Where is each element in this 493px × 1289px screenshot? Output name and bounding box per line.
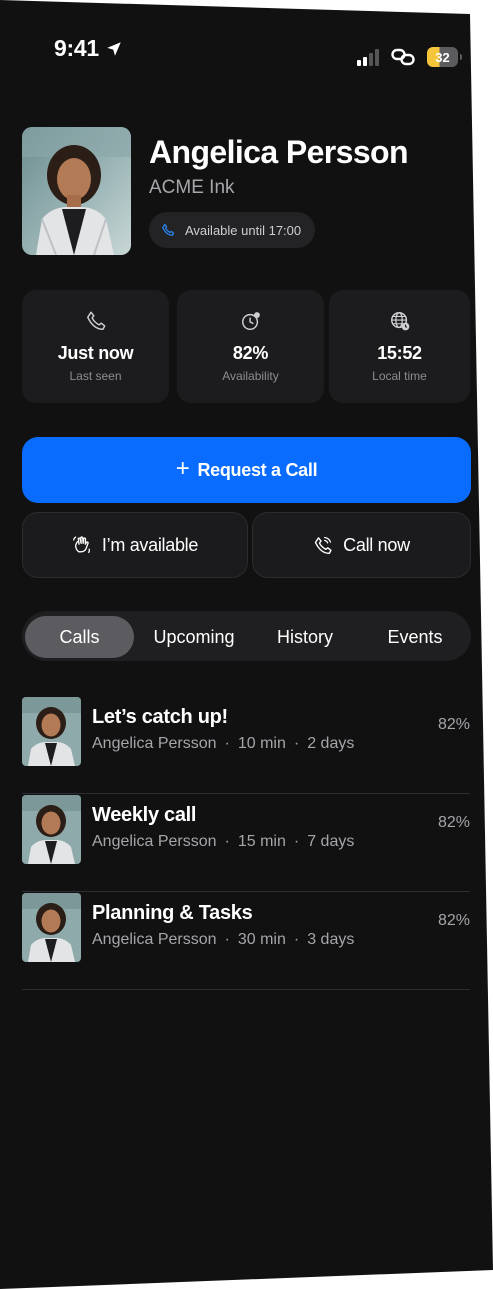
cellular-signal-icon bbox=[357, 48, 379, 66]
profile-company: ACME Ink bbox=[149, 177, 235, 198]
list-item[interactable]: Weekly call Angelica Persson · 15 min · 7 da… bbox=[22, 795, 470, 892]
call-when: 2 days bbox=[307, 735, 355, 752]
call-percent: 82% bbox=[437, 912, 470, 929]
call-duration: 10 min bbox=[237, 735, 286, 752]
phone-icon bbox=[85, 310, 107, 332]
stat-value: 15:52 bbox=[377, 343, 422, 363]
link-icon bbox=[391, 48, 415, 66]
call-title: Weekly call bbox=[92, 804, 197, 826]
request-call-button[interactable]: + Request a Call bbox=[22, 437, 471, 503]
call-thumbnail bbox=[22, 795, 81, 864]
profile-name: Angelica Persson bbox=[149, 134, 409, 170]
available-button[interactable]: I’m available bbox=[22, 512, 248, 578]
stat-value: 82% bbox=[232, 343, 269, 363]
request-call-label: Request a Call bbox=[197, 459, 318, 480]
call-meta: Angelica Persson · 10 min · 2 days bbox=[92, 735, 355, 752]
app-screen: 9:41 32 Angelica Persson ACME Ink Availa… bbox=[0, 0, 493, 1289]
call-duration: 15 min bbox=[237, 833, 286, 850]
call-percent: 82% bbox=[437, 814, 470, 831]
call-title: Planning & Tasks bbox=[92, 902, 253, 924]
clock-icon bbox=[240, 310, 262, 332]
call-now-button[interactable]: Call now bbox=[252, 512, 471, 578]
list-item[interactable]: Let’s catch up! Angelica Persson · 10 min ·… bbox=[22, 697, 470, 794]
availability-text: Available until 17:00 bbox=[185, 222, 302, 238]
globe-icon bbox=[389, 310, 411, 332]
phone-calling-icon bbox=[314, 536, 332, 555]
tab-upcoming[interactable]: Upcoming bbox=[140, 616, 248, 658]
stat-label: Local time bbox=[372, 369, 427, 383]
call-duration: 30 min bbox=[237, 931, 286, 948]
tab-events[interactable]: Events bbox=[362, 616, 468, 658]
stat-availability: 82% Availability bbox=[177, 290, 324, 403]
call-when: 3 days bbox=[307, 931, 355, 948]
call-person: Angelica Persson bbox=[92, 735, 217, 752]
call-thumbnail bbox=[22, 697, 81, 766]
tab-calls[interactable]: Calls bbox=[25, 616, 134, 658]
status-time-text: 9:41 bbox=[54, 35, 99, 61]
stat-label: Availability bbox=[222, 369, 279, 383]
stat-local-time: 15:52 Local time bbox=[329, 290, 470, 403]
call-when: 7 days bbox=[307, 833, 355, 850]
battery-level: 32 bbox=[435, 49, 450, 65]
call-now-label: Call now bbox=[343, 534, 410, 555]
list-item[interactable]: Planning & Tasks Angelica Persson · 30 min… bbox=[22, 893, 470, 990]
call-meta: Angelica Persson · 15 min · 7 days bbox=[92, 833, 355, 850]
battery-icon: 32 bbox=[427, 47, 462, 67]
call-thumbnail bbox=[22, 893, 81, 962]
call-person: Angelica Persson bbox=[92, 931, 217, 948]
stat-value: Just now bbox=[57, 343, 134, 363]
call-percent: 82% bbox=[437, 716, 470, 733]
location-arrow-icon bbox=[107, 41, 121, 56]
stat-label: Last seen bbox=[69, 369, 122, 383]
status-time: 9:41 bbox=[54, 35, 123, 62]
profile-avatar[interactable] bbox=[22, 127, 131, 255]
call-title: Let’s catch up! bbox=[92, 706, 228, 728]
call-person: Angelica Persson bbox=[92, 833, 217, 850]
segmented-tabs: Calls Upcoming History Events bbox=[22, 611, 471, 661]
status-indicators: 32 bbox=[357, 47, 462, 67]
call-meta: Angelica Persson · 30 min · 3 days bbox=[92, 931, 355, 948]
availability-badge: Available until 17:00 bbox=[149, 212, 316, 248]
tab-history[interactable]: History bbox=[254, 616, 356, 658]
available-label: I’m available bbox=[101, 534, 199, 555]
waving-hand-icon bbox=[73, 536, 90, 554]
stat-last-seen: Just now Last seen bbox=[22, 290, 169, 403]
phone-icon bbox=[162, 223, 175, 236]
plus-icon: + bbox=[175, 455, 190, 482]
